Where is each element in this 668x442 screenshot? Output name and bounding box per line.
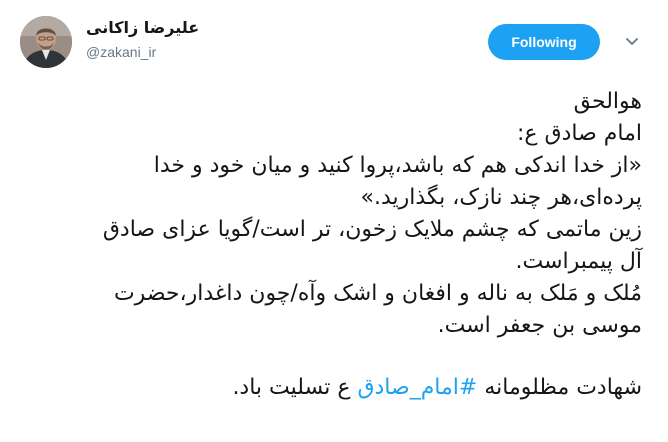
tweet-text: هوالحق امام صادق ع: «از خدا اندکی هم که … xyxy=(20,86,642,404)
tweet-line: آل پیمبراست. xyxy=(515,249,643,274)
tweet-line: مُلک و مَلک به ناله و افغان و اشک وآه/چو… xyxy=(113,281,642,306)
author-handle[interactable]: @zakani_ir xyxy=(86,42,406,62)
user-info: علیرضا زاکانی @zakani_ir xyxy=(86,16,406,62)
tweet-header: علیرضا زاکانی @zakani_ir Following xyxy=(0,0,668,84)
last-line-after: ع تسلیت باد. xyxy=(232,375,358,400)
following-button[interactable]: Following xyxy=(488,24,600,60)
tweet-line: امام صادق ع: xyxy=(517,121,642,146)
avatar[interactable] xyxy=(20,16,72,68)
hashtag-link[interactable]: #امام_صادق xyxy=(357,375,477,400)
tweet-line: «از خدا اندکی هم که باشد،پروا کنید و میا… xyxy=(153,153,642,178)
last-line-before: شهادت مظلومانه xyxy=(477,375,642,400)
tweet-line: موسی بن جعفر است. xyxy=(437,313,642,338)
chevron-down-icon[interactable] xyxy=(624,34,640,50)
author-name[interactable]: علیرضا زاکانی xyxy=(86,16,406,40)
tweet-last-line: شهادت مظلومانه #امام_صادق ع تسلیت باد. xyxy=(20,372,642,404)
profile-photo-icon xyxy=(20,16,72,68)
tweet-line: هوالحق xyxy=(573,89,642,114)
tweet-line: پرده‌ای،هر چند نازک، بگذارید.» xyxy=(360,185,642,210)
tweet-line: زین ماتمی که چشم ملایک زخون، تر است/گویا… xyxy=(102,217,642,242)
